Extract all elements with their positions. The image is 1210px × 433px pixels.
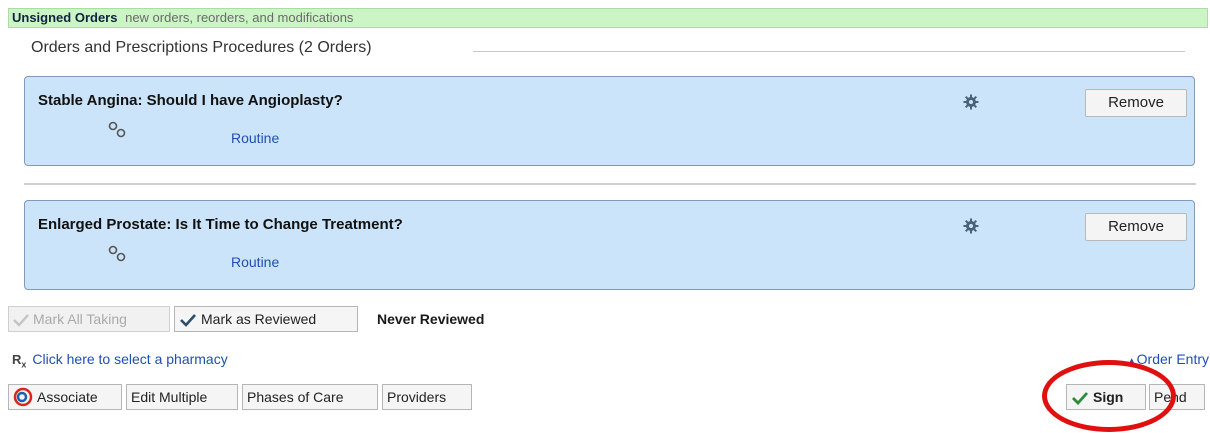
gear-icon[interactable] (963, 94, 979, 110)
phases-of-care-button[interactable]: Phases of Care (242, 384, 378, 410)
remove-button[interactable]: Remove (1085, 89, 1187, 117)
order-separator (24, 183, 1196, 185)
review-status: Never Reviewed (377, 311, 485, 327)
order-card: Enlarged Prostate: Is It Time to Change … (24, 200, 1195, 290)
mark-all-taking-button[interactable]: Mark All Taking (8, 306, 170, 332)
mark-all-taking-label: Mark All Taking (33, 311, 127, 327)
associate-label: Associate (37, 389, 98, 405)
unsigned-orders-header: Unsigned Orders new orders, reorders, an… (8, 8, 1208, 28)
order-card: Stable Angina: Should I have Angioplasty… (24, 76, 1195, 166)
order-title: Stable Angina: Should I have Angioplasty… (38, 92, 343, 109)
highlight-circle (1042, 360, 1176, 432)
gear-icon[interactable] (963, 218, 979, 234)
linked-order-icon (108, 121, 126, 138)
mark-as-reviewed-button[interactable]: Mark as Reviewed (174, 306, 358, 332)
checkmark-icon (13, 314, 29, 327)
remove-button[interactable]: Remove (1085, 213, 1187, 241)
order-entry-label: Order Entry (1136, 351, 1209, 367)
rx-sub: x (21, 359, 27, 370)
header-title: Unsigned Orders (12, 10, 118, 25)
order-title: Enlarged Prostate: Is It Time to Change … (38, 216, 403, 233)
associate-icon (13, 387, 33, 407)
pharmacy-link[interactable]: Rx Click here to select a pharmacy (12, 351, 228, 370)
rx-symbol: R (12, 352, 22, 367)
order-priority[interactable]: Routine (231, 130, 279, 146)
linked-order-icon (108, 245, 126, 262)
rx-icon: Rx (12, 352, 27, 370)
associate-button[interactable]: Associate (8, 384, 122, 410)
section-title: Orders and Prescriptions Procedures (2 O… (31, 39, 372, 56)
edit-multiple-button[interactable]: Edit Multiple (126, 384, 238, 410)
providers-button[interactable]: Providers (382, 384, 472, 410)
mark-as-reviewed-label: Mark as Reviewed (201, 311, 317, 327)
checkmark-icon (180, 314, 196, 327)
order-priority[interactable]: Routine (231, 254, 279, 270)
pharmacy-link-label: Click here to select a pharmacy (32, 351, 228, 367)
header-subtitle: new orders, reorders, and modifications (125, 10, 354, 25)
section-divider (473, 51, 1185, 52)
